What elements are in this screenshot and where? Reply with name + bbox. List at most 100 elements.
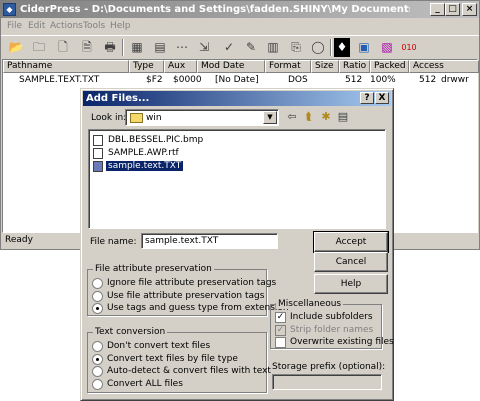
binary-icon[interactable]: 010 <box>399 38 419 57</box>
col-format[interactable]: Format <box>265 60 311 73</box>
storage-prefix-label: Storage prefix (optional): <box>272 362 386 372</box>
file-list[interactable]: DBL.BESSEL.PIC.bmp SAMPLE.AWP.rtf sample… <box>88 129 386 229</box>
dialog-title: Add Files... <box>86 93 150 104</box>
toolbar-separator <box>330 39 332 56</box>
look-in-label: Look in: <box>91 113 127 123</box>
attribute-preservation-group: File attribute preservation Ignore file … <box>87 264 289 316</box>
open-volume-icon[interactable]: 🗀 <box>29 38 49 57</box>
add-files-icon[interactable]: ▦ <box>127 38 147 57</box>
recompress-icon[interactable]: ⎘ <box>286 38 306 57</box>
checkbox-label: Overwrite existing files <box>290 337 394 347</box>
file-name-value: sample.text.TXT <box>145 236 219 246</box>
cancel-button[interactable]: Cancel <box>314 252 388 272</box>
title-bar: ◆ CiderPress - D:\Documents and Settings… <box>1 1 479 18</box>
rename-icon[interactable]: ✎ <box>241 38 261 57</box>
col-access[interactable]: Access <box>409 60 479 73</box>
minimize-button[interactable]: _ <box>430 3 445 16</box>
radio-label: Use file attribute preservation tags <box>107 291 265 301</box>
dialog-close-button[interactable]: X <box>375 92 389 104</box>
properties-icon[interactable]: 🗎 <box>77 38 97 57</box>
look-in-combo[interactable]: win ▼ <box>125 109 279 126</box>
cell-format: DOS <box>288 75 308 85</box>
back-arrow-icon[interactable]: ⇦ <box>285 110 299 124</box>
disk-image-icon[interactable]: ♦ <box>334 38 350 57</box>
group-label: Miscellaneous <box>276 299 344 309</box>
radio-label: Ignore file attribute preservation tags <box>107 278 277 288</box>
test-icon[interactable]: ✓ <box>219 38 239 57</box>
close-button[interactable]: × <box>462 3 477 16</box>
file-name: SAMPLE.AWP.rtf <box>108 148 179 158</box>
radio-label: Auto-detect & convert files with text <box>107 366 271 376</box>
dialog-help-button[interactable]: ? <box>360 92 374 104</box>
col-mod-date[interactable]: Mod Date <box>197 60 265 73</box>
radio-dot <box>92 366 103 377</box>
file-name: sample.text.TXT <box>104 160 185 172</box>
menu-file[interactable]: File <box>7 21 22 31</box>
chevron-down-icon[interactable]: ▼ <box>263 111 277 124</box>
file-name-field[interactable]: sample.text.TXT <box>141 233 278 249</box>
toolbar-separator <box>122 39 124 56</box>
file-name-label: File name: <box>90 237 137 247</box>
list-header: Pathname Type Aux Mod Date Format Size R… <box>3 60 479 73</box>
status-text: Ready <box>5 235 33 245</box>
print-icon[interactable]: 🖶 <box>100 38 120 57</box>
document-file-icon <box>93 148 103 159</box>
radio-label: Convert text files by file type <box>107 354 238 364</box>
checkbox-label: Include subfolders <box>290 312 373 322</box>
delete-icon[interactable]: ▥ <box>263 38 283 57</box>
col-pathname[interactable]: Pathname <box>3 60 129 73</box>
radio-dot <box>92 379 103 390</box>
col-size[interactable]: Size <box>311 60 339 73</box>
col-ratio[interactable]: Ratio <box>339 60 370 73</box>
checkmark-icon: ✓ <box>275 325 286 336</box>
menu-bar: File Edit Actions Tools Help <box>1 18 479 35</box>
radio-label: Use tags and guess type from extension <box>107 303 289 313</box>
menu-tools[interactable]: Tools <box>83 21 105 31</box>
extract-icon[interactable]: ⇲ <box>194 38 214 57</box>
view-menu-icon[interactable]: ▤ <box>336 110 350 124</box>
radio-dot-selected <box>92 303 103 314</box>
menu-actions[interactable]: Actions <box>50 21 83 31</box>
storage-prefix-field[interactable] <box>272 374 382 390</box>
folder-icon <box>130 113 143 123</box>
radio-label: Don't convert text files <box>107 341 211 351</box>
text-file-icon <box>93 161 103 172</box>
new-archive-icon[interactable]: 🗋 <box>53 38 73 57</box>
radio-dot <box>92 341 103 352</box>
radio-label: Convert ALL files <box>107 379 183 389</box>
cell-packed: 512 <box>419 75 437 85</box>
cell-aux: $0000 <box>173 75 202 85</box>
miscellaneous-group: Miscellaneous ✓ Include subfolders ✓ Str… <box>270 299 394 349</box>
cell-size: 512 <box>345 75 363 85</box>
window-title: CiderPress - D:\Documents and Settings\f… <box>20 4 410 15</box>
disk-convert-icon[interactable]: ▣ <box>354 38 374 57</box>
add-disk-icon[interactable]: ▤ <box>150 38 170 57</box>
add-files-dialog: Add Files... ? X Look in: win ▼ ⇦ ⮬ ✱ ▤ … <box>80 88 394 401</box>
menu-help[interactable]: Help <box>110 21 131 31</box>
view-icon[interactable]: ⋯ <box>172 38 192 57</box>
radio-dot <box>92 291 103 302</box>
open-folder-icon[interactable]: 📂 <box>6 38 26 57</box>
text-conversion-group: Text conversion Don't convert text files… <box>87 327 271 393</box>
up-folder-icon[interactable]: ⮬ <box>302 110 316 124</box>
radio-dot <box>92 278 103 289</box>
col-type[interactable]: Type <box>129 60 164 73</box>
col-aux[interactable]: Aux <box>164 60 197 73</box>
comment-icon[interactable]: ◯ <box>308 38 328 57</box>
col-packed[interactable]: Packed <box>370 60 409 73</box>
help-button[interactable]: Help <box>314 274 388 294</box>
ciderpress-app-icon: ◆ <box>3 3 16 16</box>
table-row[interactable]: SAMPLE.TEXT.TXT $F2 $0000 [No Date] DOS … <box>3 74 479 87</box>
look-in-value: win <box>146 113 162 123</box>
cell-ratio: 100% <box>370 75 396 85</box>
new-folder-icon[interactable]: ✱ <box>319 110 333 124</box>
accept-button[interactable]: Accept <box>313 231 389 253</box>
checkmark-icon: ✓ <box>275 312 286 323</box>
tools-icon[interactable]: ▧ <box>377 38 397 57</box>
cell-access: drwwr <box>441 75 469 85</box>
dialog-title-bar: Add Files... ? X <box>83 91 391 106</box>
file-name: DBL.BESSEL.PIC.bmp <box>108 135 204 145</box>
checkbox-box <box>275 337 286 348</box>
menu-edit[interactable]: Edit <box>28 21 45 31</box>
maximize-button[interactable]: □ <box>445 3 460 16</box>
